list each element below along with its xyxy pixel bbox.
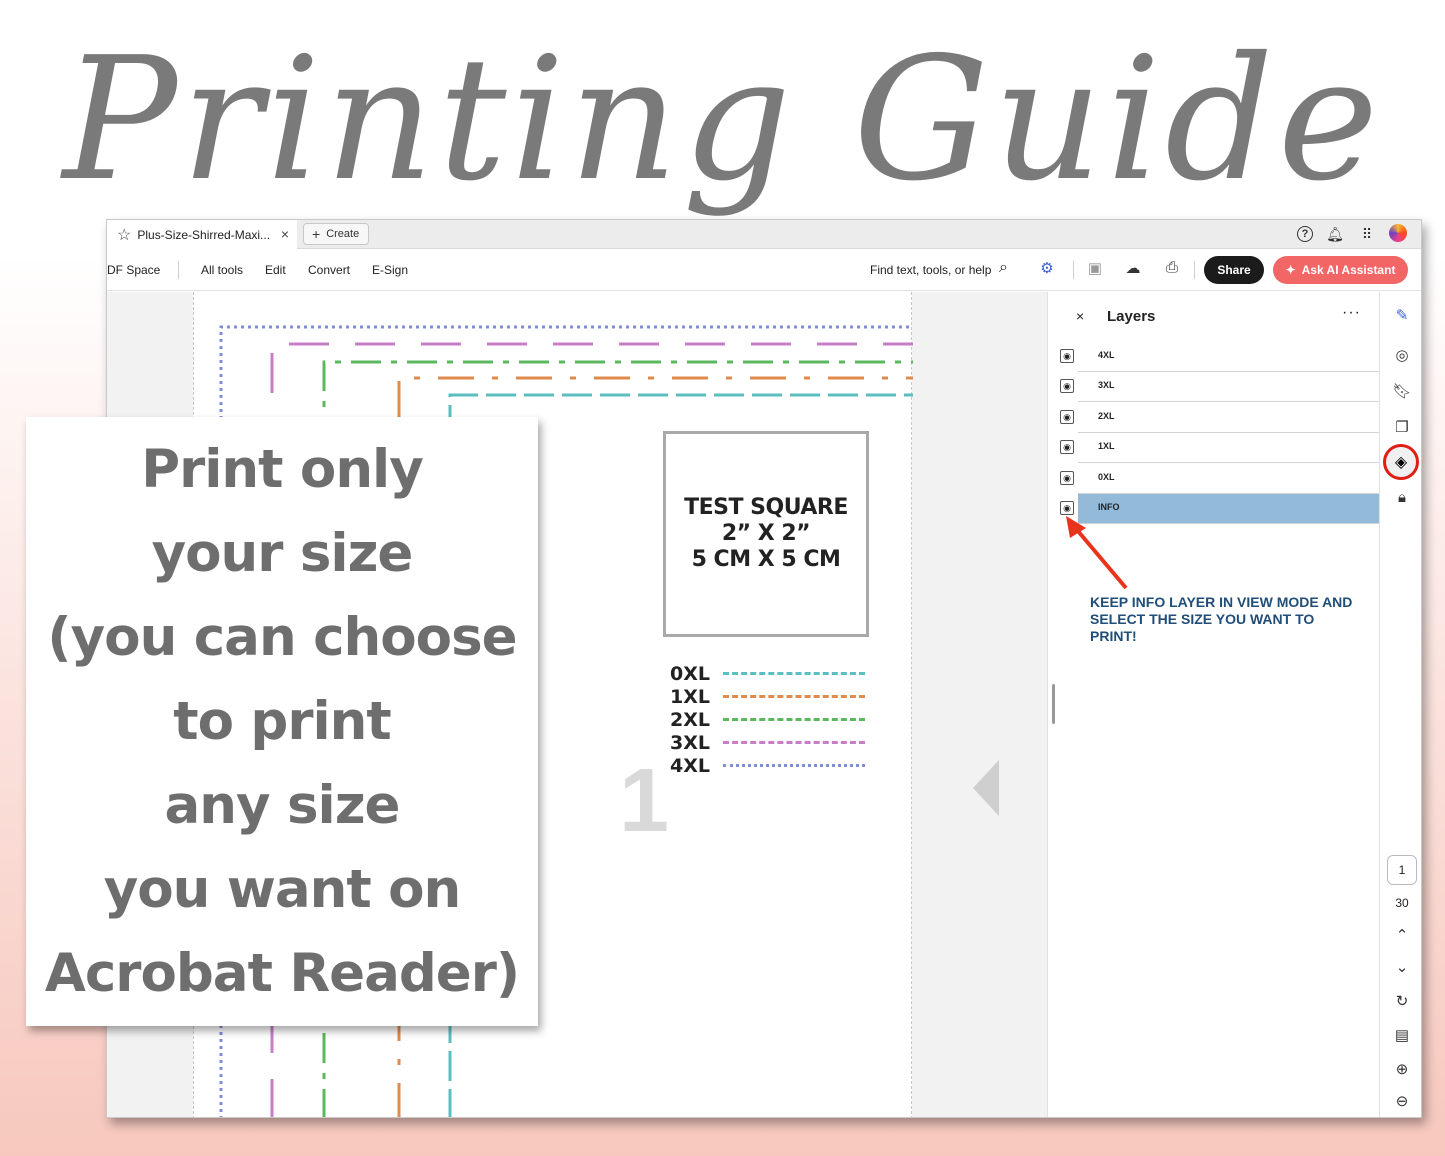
collapse-panel-arrow-icon[interactable] bbox=[973, 760, 999, 816]
esign-menu[interactable]: E-Sign bbox=[372, 263, 408, 277]
layer-row-1xl[interactable]: ◉ 1XL bbox=[1058, 433, 1379, 464]
info-card: Print only your size (you can choose to … bbox=[26, 417, 538, 1026]
card-line: (you can choose bbox=[47, 606, 517, 668]
zoom-out-icon[interactable]: ⊖ bbox=[1392, 1092, 1412, 1112]
layers-title: Layers bbox=[1107, 308, 1156, 325]
page-fit-icon[interactable]: ▤ bbox=[1392, 1026, 1412, 1046]
legend-label: 0XL bbox=[670, 662, 710, 685]
close-panel-icon[interactable]: × bbox=[1076, 308, 1084, 324]
pages-icon[interactable]: ❐ bbox=[1392, 418, 1412, 438]
lock-icon[interactable]: 🔒︎ bbox=[1392, 489, 1412, 509]
layer-row-4xl[interactable]: ◉ 4XL bbox=[1058, 342, 1379, 373]
layers-icon: ◈ bbox=[1394, 454, 1408, 471]
page-total: 30 bbox=[1395, 896, 1409, 910]
red-arrow-icon bbox=[1066, 516, 1128, 590]
card-line: your size bbox=[151, 522, 414, 584]
layer-row-3xl[interactable]: ◉ 3XL bbox=[1058, 372, 1379, 403]
layer-name: 1XL bbox=[1078, 433, 1379, 463]
ask-ai-assistant-button[interactable]: ✦ Ask AI Assistant bbox=[1273, 256, 1408, 284]
ask-ai-label: Ask AI Assistant bbox=[1301, 263, 1396, 277]
legend-line bbox=[723, 718, 865, 721]
layers-panel: × Layers ··· ◉ 4XL ◉ 3XL ◉ 2XL ◉ 1XL ◉ 0… bbox=[1047, 292, 1379, 1117]
layer-row-0xl[interactable]: ◉ 0XL bbox=[1058, 464, 1379, 495]
edit-pdf-icon[interactable]: ✎ bbox=[1392, 306, 1412, 326]
comment-icon[interactable]: ◎ bbox=[1392, 346, 1412, 366]
legend-item: 2XL bbox=[670, 708, 865, 731]
share-button[interactable]: Share bbox=[1204, 256, 1264, 284]
ai-tools-icon[interactable]: ⚙ bbox=[1037, 259, 1057, 279]
edit-menu[interactable]: Edit bbox=[265, 263, 286, 277]
eye-icon[interactable]: ◉ bbox=[1060, 410, 1074, 424]
toolbar-divider bbox=[178, 261, 179, 279]
panel-resize-handle[interactable] bbox=[1052, 684, 1055, 724]
toolbar-divider bbox=[1194, 261, 1195, 279]
test-square-cm: 5 CM X 5 CM bbox=[691, 547, 841, 572]
legend-label: 3XL bbox=[670, 731, 710, 754]
layer-row-2xl[interactable]: ◉ 2XL bbox=[1058, 403, 1379, 434]
eye-icon[interactable]: ◉ bbox=[1060, 471, 1074, 485]
legend-item: 1XL bbox=[670, 685, 865, 708]
size-legend: 0XL 1XL 2XL 3XL 4XL bbox=[670, 662, 865, 777]
eye-icon[interactable]: ◉ bbox=[1060, 501, 1074, 515]
test-square-inches: 2” X 2” bbox=[721, 521, 811, 546]
card-line: any size bbox=[164, 774, 400, 836]
page-number-input[interactable]: 1 bbox=[1387, 855, 1417, 885]
legend-line bbox=[723, 672, 865, 675]
legend-line bbox=[723, 764, 865, 767]
legend-label: 2XL bbox=[670, 708, 710, 731]
print-icon[interactable]: ⎙ bbox=[1162, 259, 1182, 279]
convert-menu[interactable]: Convert bbox=[308, 263, 350, 277]
legend-item: 0XL bbox=[670, 662, 865, 685]
layer-name: 4XL bbox=[1078, 342, 1379, 372]
legend-label: 4XL bbox=[670, 754, 710, 777]
layer-name: 3XL bbox=[1078, 372, 1379, 402]
card-line: Print only bbox=[141, 438, 424, 500]
more-options-icon[interactable]: ··· bbox=[1342, 304, 1361, 322]
card-line: to print bbox=[173, 690, 392, 752]
layer-name: 0XL bbox=[1078, 464, 1379, 494]
eye-icon[interactable]: ◉ bbox=[1060, 440, 1074, 454]
legend-line bbox=[723, 741, 865, 744]
legend-line bbox=[723, 695, 865, 698]
ai-assistant-icon: ✦ bbox=[1285, 263, 1296, 277]
find-search[interactable]: Find text, tools, or help bbox=[870, 263, 991, 277]
chevron-down-icon[interactable]: ⌄ bbox=[1392, 958, 1412, 978]
toolbar-divider bbox=[1073, 261, 1074, 279]
eye-icon[interactable]: ◉ bbox=[1060, 349, 1074, 363]
instruction-note: KEEP INFO LAYER IN VIEW MODE AND SELECT … bbox=[1090, 594, 1353, 644]
zoom-in-icon[interactable]: ⊕ bbox=[1392, 1060, 1412, 1080]
legend-label: 1XL bbox=[670, 685, 710, 708]
legend-item: 3XL bbox=[670, 731, 865, 754]
chevron-up-icon[interactable]: ⌃ bbox=[1392, 926, 1412, 946]
layer-name: 2XL bbox=[1078, 403, 1379, 433]
test-square: TEST SQUARE 2” X 2” 5 CM X 5 CM bbox=[663, 431, 869, 637]
search-icon[interactable]: ⌕ bbox=[999, 259, 1008, 277]
main-toolbar: DF Space All tools Edit Convert E-Sign F… bbox=[107, 249, 1421, 291]
all-tools-menu[interactable]: All tools bbox=[201, 263, 243, 277]
test-square-title: TEST SQUARE bbox=[684, 495, 848, 520]
save-icon[interactable]: ▣ bbox=[1085, 259, 1105, 279]
legend-item: 4XL bbox=[670, 754, 865, 777]
page-title: Printing Guide bbox=[62, 21, 1383, 219]
card-line: you want on bbox=[103, 858, 462, 920]
eye-icon[interactable]: ◉ bbox=[1060, 379, 1074, 393]
space-label[interactable]: DF Space bbox=[107, 263, 160, 277]
card-line: Acrobat Reader) bbox=[44, 942, 520, 1004]
bookmark-icon[interactable]: 🔖︎ bbox=[1392, 382, 1412, 402]
right-rail: ✎ ◎ 🔖︎ ❐ ◈ 🔒︎ 1 30 ⌃ ⌄ ↻ ▤ ⊕ ⊖ bbox=[1379, 292, 1421, 1117]
page-watermark: 1 bbox=[619, 751, 670, 851]
upload-cloud-icon[interactable]: ☁ bbox=[1123, 259, 1143, 279]
refresh-icon[interactable]: ↻ bbox=[1392, 992, 1412, 1012]
layers-toggle-button[interactable]: ◈ bbox=[1383, 444, 1419, 480]
